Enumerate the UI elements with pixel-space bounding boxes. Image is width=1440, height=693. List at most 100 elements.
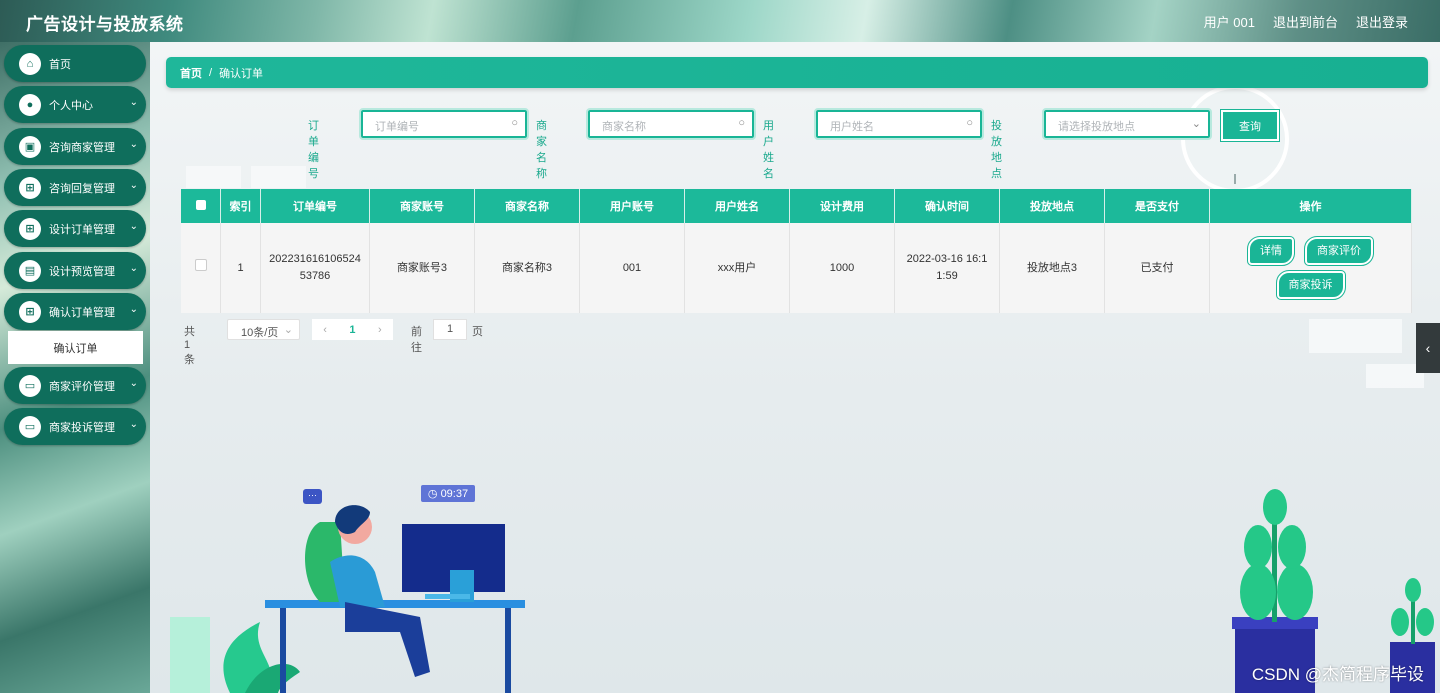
sidebar-item-consult-reply[interactable]: ⊞ 咨询回复管理 ⌄ — [4, 169, 146, 206]
sidebar-item-profile[interactable]: ● 个人中心 ⌄ — [4, 86, 146, 123]
desk-illustration — [170, 505, 525, 693]
cell-user-name: xxx用户 — [684, 223, 790, 313]
breadcrumb-separator: / — [209, 66, 213, 79]
select-all-checkbox[interactable] — [195, 199, 206, 210]
order-no-label: 订单编号 — [308, 120, 319, 180]
exit-to-front-link[interactable]: 退出到前台 — [1273, 12, 1338, 31]
chat-bubble-icon: ··· — [303, 489, 322, 504]
table-header-row: 索引 订单编号 商家账号 商家名称 用户账号 用户姓名 设计费用 确认时间 投放… — [181, 189, 1412, 223]
watermark: CSDN @杰简程序毕设 — [1251, 665, 1424, 684]
pagination-total: 共 1 条 — [184, 326, 195, 366]
sidebar-item-home[interactable]: ⌂ 首页 — [4, 45, 146, 82]
submenu-confirm-order[interactable]: 确认订单 — [8, 331, 143, 364]
order-no-input[interactable]: 订单编号 ○ — [359, 108, 529, 140]
page-size-value: 10条/页 — [241, 327, 279, 339]
current-page[interactable]: 1 — [349, 324, 355, 336]
order-no-text: 20223161610652453786 — [269, 253, 361, 282]
user-name-input[interactable]: 用户姓名 ○ — [814, 108, 984, 140]
order-no-placeholder: 订单编号 — [375, 121, 419, 133]
goto-page-input[interactable]: 1 — [433, 319, 467, 340]
sidebar-item-consult-merchant[interactable]: ▣ 咨询商家管理 ⌄ — [4, 128, 146, 165]
grid-icon: ⊞ — [19, 217, 41, 240]
col-header: 订单编号 — [260, 189, 370, 223]
col-header: 商家名称 — [474, 189, 580, 223]
page-size-select[interactable]: 10条/页 ⌄ — [227, 319, 300, 340]
sidebar-item-label: 商家评价管理 — [49, 380, 115, 393]
cell-confirm-time: 2022-03-16 16:11:59 — [894, 223, 1000, 313]
sidebar-item-merchant-review[interactable]: ▭ 商家评价管理 ⌄ — [4, 367, 146, 404]
app-title: 广告设计与投放系统 — [26, 15, 184, 34]
user-icon: ● — [19, 93, 41, 116]
query-button[interactable]: 查询 — [1220, 109, 1280, 142]
cell-location: 投放地点3 — [999, 223, 1105, 313]
sidebar-item-confirm-order[interactable]: ⊞ 确认订单管理 ⌄ — [4, 293, 146, 330]
col-header: 用户账号 — [579, 189, 685, 223]
sidebar-item-label: 咨询商家管理 — [49, 141, 115, 154]
location-select[interactable]: 请选择投放地点 ⌄ — [1042, 108, 1212, 140]
row-checkbox[interactable] — [194, 259, 207, 271]
prev-page-icon[interactable]: ‹ — [323, 324, 327, 336]
decor-box — [251, 166, 306, 188]
breadcrumb-home[interactable]: 首页 — [180, 65, 202, 81]
col-header: 投放地点 — [999, 189, 1105, 223]
col-header: 索引 — [220, 189, 261, 223]
orders-table: 索引 订单编号 商家账号 商家名称 用户账号 用户姓名 设计费用 确认时间 投放… — [181, 189, 1412, 313]
monitor-icon: ▭ — [19, 374, 41, 397]
cell-user-account: 001 — [579, 223, 685, 313]
user-name-label: 用户姓名 — [763, 120, 774, 180]
sidebar-item-design-order[interactable]: ⊞ 设计订单管理 ⌄ — [4, 210, 146, 247]
search-icon: ○ — [966, 117, 973, 129]
detail-button[interactable]: 详情 — [1246, 236, 1295, 266]
search-icon: ○ — [511, 117, 518, 129]
cell-actions: 详情 商家评价 商家投诉 — [1209, 223, 1412, 313]
merchant-name-input[interactable]: 商家名称 ○ — [586, 108, 756, 140]
sidebar-item-label: 首页 — [49, 58, 71, 71]
col-header: 设计费用 — [789, 189, 895, 223]
merchant-review-button[interactable]: 商家评价 — [1304, 236, 1375, 266]
chevron-left-icon[interactable]: ‹ — [1416, 323, 1440, 373]
page-suffix: 页 — [472, 326, 483, 338]
col-header: 确认时间 — [894, 189, 1000, 223]
grid-icon: ⊞ — [19, 300, 41, 323]
logout-link[interactable]: 退出登录 — [1356, 12, 1408, 31]
merchant-name-label: 商家名称 — [536, 120, 547, 180]
location-label: 投放地点 — [991, 120, 1002, 180]
sidebar-item-label: 设计订单管理 — [49, 223, 115, 236]
decor-box — [186, 166, 241, 188]
search-icon: ○ — [738, 117, 745, 129]
chevron-down-icon: ⌄ — [283, 324, 293, 336]
cell-merchant-account: 商家账号3 — [369, 223, 475, 313]
page-nav: ‹ 1 › — [312, 319, 393, 340]
cell-index: 1 — [220, 223, 261, 313]
col-header: 是否支付 — [1104, 189, 1210, 223]
decor-box — [1309, 319, 1402, 353]
next-page-icon[interactable]: › — [378, 324, 382, 336]
merchant-complaint-button[interactable]: 商家投诉 — [1275, 270, 1346, 300]
col-header: 操作 — [1209, 189, 1412, 223]
sidebar-item-label: 咨询回复管理 — [49, 182, 115, 195]
location-placeholder: 请选择投放地点 — [1058, 121, 1135, 133]
user-name-placeholder: 用户姓名 — [830, 121, 874, 133]
briefcase-icon: ▣ — [19, 135, 41, 158]
cell-fee: 1000 — [789, 223, 895, 313]
chevron-down-icon: ⌄ — [129, 378, 138, 389]
chevron-down-icon: ⌄ — [129, 304, 138, 315]
chevron-down-icon: ⌄ — [129, 263, 138, 274]
table-row: 1 20223161610652453786 商家账号3 商家名称3 001 x… — [181, 223, 1412, 313]
sidebar-item-design-preview[interactable]: ▤ 设计预览管理 ⌄ — [4, 252, 146, 289]
clock-time: 09:37 — [440, 487, 469, 500]
sidebar-item-merchant-complaint[interactable]: ▭ 商家投诉管理 ⌄ — [4, 408, 146, 445]
doc-icon: ▤ — [19, 259, 41, 282]
merchant-name-placeholder: 商家名称 — [602, 121, 646, 133]
monitor-icon: ▭ — [19, 415, 41, 438]
sidebar-item-label: 设计预览管理 — [49, 265, 115, 278]
current-user-label[interactable]: 用户 001 — [1204, 12, 1255, 31]
clock-icon: ◷ — [427, 488, 441, 500]
clock-badge: ◷ 09:37 — [421, 485, 475, 502]
cell-order-no: 20223161610652453786 — [260, 223, 370, 313]
sidebar-item-label: 个人中心 — [49, 99, 93, 112]
confirm-time-text: 2022-03-16 16:11:59 — [906, 253, 988, 282]
col-header: 商家账号 — [369, 189, 475, 223]
chevron-down-icon: ⌄ — [129, 180, 138, 191]
grid-icon: ⊞ — [19, 176, 41, 199]
